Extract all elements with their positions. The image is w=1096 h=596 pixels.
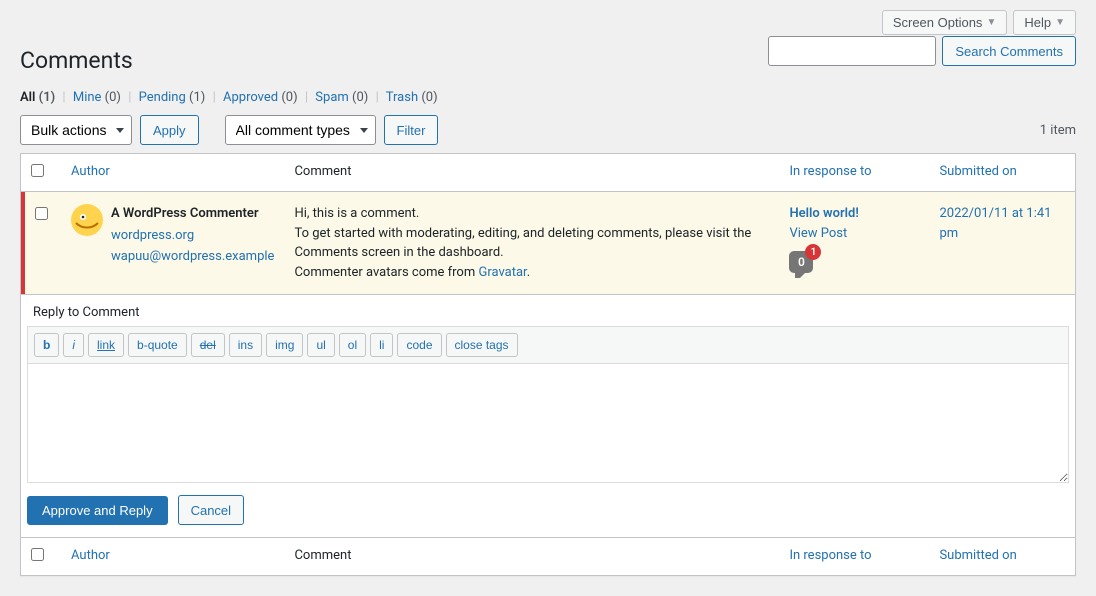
reply-textarea[interactable]: [27, 363, 1069, 483]
filter-approved[interactable]: Approved (0): [223, 90, 301, 105]
search-comments-button[interactable]: Search Comments: [942, 36, 1076, 66]
apply-button[interactable]: Apply: [140, 115, 199, 145]
col-response[interactable]: In response to: [789, 164, 871, 179]
filter-mine[interactable]: Mine (0): [73, 90, 124, 105]
select-all-top[interactable]: [31, 164, 44, 177]
help-label: Help: [1024, 15, 1051, 30]
help-button[interactable]: Help ▼: [1013, 10, 1076, 35]
comment-author-url[interactable]: wordpress.org: [111, 226, 274, 246]
qt-ol-button[interactable]: ol: [339, 333, 366, 357]
filter-all[interactable]: All (1): [20, 90, 58, 105]
qt-link-button[interactable]: link: [88, 333, 124, 357]
qt-italic-button[interactable]: i: [63, 333, 84, 357]
col-submitted[interactable]: Submitted on: [939, 164, 1016, 179]
search-comments-input[interactable]: [768, 36, 936, 66]
col-comment-foot: Comment: [284, 538, 779, 576]
comment-count-bubble[interactable]: 0 1: [789, 251, 813, 273]
comment-types-select[interactable]: All comment types: [225, 115, 376, 145]
qt-bold-button[interactable]: b: [34, 333, 59, 357]
col-author-foot[interactable]: Author: [71, 548, 110, 563]
comment-date[interactable]: 2022/01/11 at 1:41 pm: [939, 206, 1051, 241]
comment-author-name: A WordPress Commenter: [111, 206, 259, 221]
qt-code-button[interactable]: code: [397, 333, 441, 357]
comments-table: Author Comment In response to Submitted …: [20, 153, 1076, 576]
approve-and-reply-button[interactable]: Approve and Reply: [27, 496, 168, 525]
chevron-down-icon: ▼: [1055, 17, 1065, 28]
qt-close-button[interactable]: close tags: [446, 333, 518, 357]
avatar: [71, 204, 103, 236]
screen-options-button[interactable]: Screen Options ▼: [882, 10, 1008, 35]
filter-trash[interactable]: Trash (0): [386, 90, 438, 105]
filter-spam[interactable]: Spam (0): [315, 90, 371, 105]
item-count: 1 item: [1040, 123, 1076, 138]
gravatar-link[interactable]: Gravatar: [478, 265, 526, 280]
qt-del-button[interactable]: del: [191, 333, 225, 357]
comment-status-filters: All (1) | Mine (0) | Pending (1) | Appro…: [20, 90, 1076, 105]
comment-text-line: To get started with moderating, editing,…: [294, 224, 769, 263]
qt-bquote-button[interactable]: b-quote: [128, 333, 187, 357]
col-submitted-foot[interactable]: Submitted on: [939, 548, 1016, 563]
comment-text-line: Commenter avatars come from Gravatar.: [294, 263, 769, 283]
filter-pending[interactable]: Pending (1): [139, 90, 209, 105]
screen-options-label: Screen Options: [893, 15, 983, 30]
cancel-reply-button[interactable]: Cancel: [178, 495, 244, 525]
pending-badge: 1: [805, 244, 821, 260]
qt-ins-button[interactable]: ins: [229, 333, 262, 357]
qt-img-button[interactable]: img: [266, 333, 303, 357]
response-post-title[interactable]: Hello world!: [789, 206, 858, 221]
col-author[interactable]: Author: [71, 164, 110, 179]
qt-ul-button[interactable]: ul: [307, 333, 334, 357]
comment-text-line: Hi, this is a comment.: [294, 204, 769, 224]
col-response-foot[interactable]: In response to: [789, 548, 871, 563]
row-checkbox[interactable]: [35, 207, 48, 220]
reply-title: Reply to Comment: [27, 295, 1069, 326]
quicktags-toolbar: b i link b-quote del ins img ul ol li co…: [27, 326, 1069, 363]
chevron-down-icon: ▼: [986, 17, 996, 28]
view-post-link[interactable]: View Post: [789, 226, 847, 241]
table-row: A WordPress Commenter wordpress.org wapu…: [21, 192, 1076, 295]
bulk-actions-select[interactable]: Bulk actions: [20, 115, 132, 145]
qt-li-button[interactable]: li: [370, 333, 393, 357]
filter-button[interactable]: Filter: [384, 115, 439, 145]
select-all-bottom[interactable]: [31, 548, 44, 561]
comment-author-email[interactable]: wapuu@wordpress.example: [111, 247, 274, 267]
col-comment: Comment: [284, 154, 779, 192]
